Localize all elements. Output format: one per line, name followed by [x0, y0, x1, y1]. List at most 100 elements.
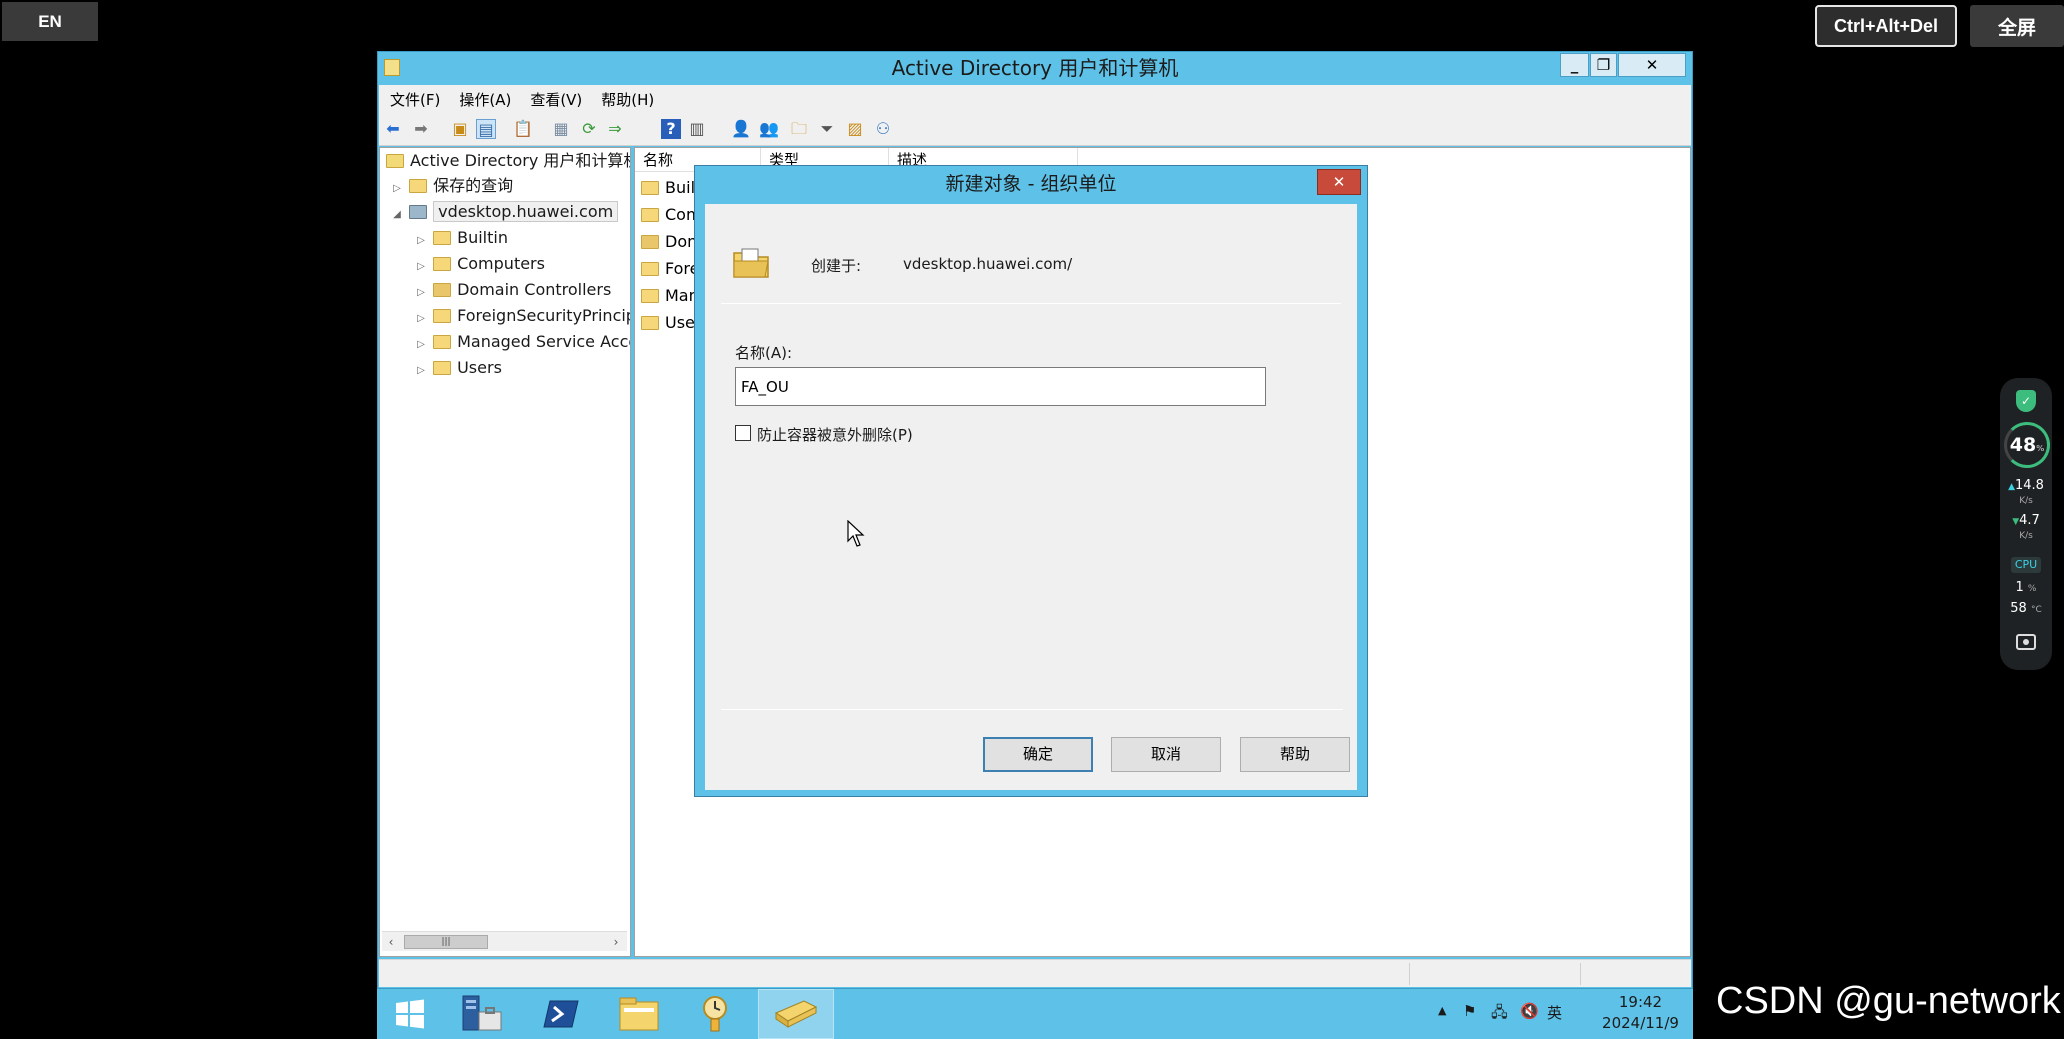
expand-arrow-icon[interactable]: ▷	[414, 358, 428, 384]
shield-icon[interactable]: ✓	[2016, 390, 2036, 412]
tree-item-computers[interactable]: ▷ Computers	[414, 251, 545, 277]
status-divider	[1580, 963, 1581, 985]
help-button[interactable]: 帮助	[1240, 737, 1350, 772]
ad-users-computers-icon	[774, 1000, 818, 1028]
speaker-muted-icon[interactable]: 🔇	[1520, 1002, 1539, 1020]
up-folder-icon[interactable]: ▣	[450, 119, 470, 139]
folder-icon	[433, 257, 452, 271]
minimize-button[interactable]: _	[1560, 53, 1589, 77]
folder-icon	[641, 289, 659, 303]
network-icon[interactable]: 🖧	[1491, 1002, 1508, 1027]
filter-icon[interactable]: ⏷	[817, 119, 837, 139]
taskbar-file-explorer[interactable]	[601, 989, 677, 1039]
show-hidden-icons-icon[interactable]: ▲	[1438, 1004, 1446, 1017]
action-center-flag-icon[interactable]: ⚑	[1463, 1002, 1476, 1020]
watermark: CSDN @gu-network	[1716, 980, 2061, 1022]
upload-speed-value: 14.8	[2014, 478, 2044, 493]
scroll-left-icon[interactable]: ‹	[382, 933, 400, 951]
folder-icon	[641, 208, 659, 222]
window-title: Active Directory 用户和计算机	[891, 56, 1179, 80]
language-toggle-button[interactable]: EN	[2, 2, 98, 41]
tree-item-label: vdesktop.huawei.com	[433, 201, 619, 222]
ou-name-input[interactable]	[735, 367, 1266, 406]
clipboard-icon[interactable]: 📋	[513, 119, 533, 139]
folder-icon	[641, 262, 659, 276]
tree-root[interactable]: Active Directory 用户和计算机	[386, 148, 631, 174]
export-list-icon[interactable]: ⇒	[605, 119, 625, 139]
forward-arrow-icon[interactable]: ➡	[411, 119, 431, 139]
new-group-icon[interactable]: 👥	[759, 119, 779, 139]
taskbar-server-manager[interactable]	[443, 989, 519, 1039]
tree-item-managed-service[interactable]: ▷ Managed Service Acco...	[414, 329, 630, 355]
status-bar	[379, 959, 1691, 987]
tree-item-label: Domain Controllers	[457, 280, 612, 299]
taskbar-clock[interactable]: 19:42 2024/11/9	[1593, 992, 1688, 1034]
cpu-temperature-value: 58	[2010, 601, 2027, 616]
action-pane-icon[interactable]: ▥	[687, 119, 707, 139]
server-manager-icon	[462, 995, 502, 1031]
ime-indicator[interactable]: 英	[1547, 1002, 1562, 1023]
properties-icon[interactable]: ▦	[551, 119, 571, 139]
new-user-icon[interactable]: 👤	[731, 119, 751, 139]
tree-item-saved-queries[interactable]: ▷ 保存的查询	[390, 173, 513, 199]
windows-logo-icon	[396, 999, 424, 1029]
tree-horizontal-scrollbar[interactable]: ‹ ||| ›	[382, 931, 627, 951]
organizational-unit-icon	[733, 248, 769, 278]
find-icon[interactable]: ▨	[845, 119, 865, 139]
tree-root-label: Active Directory 用户和计算机	[410, 151, 631, 170]
new-ou-icon[interactable]: 🗀	[789, 119, 809, 139]
menu-view[interactable]: 查看(V)	[519, 85, 590, 112]
list-item[interactable]: Man	[641, 283, 699, 309]
tree-item-domain-controllers[interactable]: ▷ Domain Controllers	[414, 277, 611, 303]
folder-icon	[433, 335, 452, 349]
help-icon[interactable]: ?	[661, 119, 681, 139]
list-item[interactable]: Fore	[641, 256, 700, 282]
fullscreen-button[interactable]: 全屏	[1970, 5, 2064, 47]
restore-button[interactable]: ❐	[1590, 53, 1617, 77]
taskbar-task-scheduler[interactable]	[679, 989, 755, 1039]
folder-icon	[641, 316, 659, 330]
ou-folder-icon	[433, 283, 452, 297]
created-in-value: vdesktop.huawei.com/	[903, 255, 1073, 273]
folder-icon	[641, 181, 659, 195]
tree-item-builtin[interactable]: ▷ Builtin	[414, 225, 508, 251]
dialog-close-button[interactable]: ✕	[1317, 169, 1361, 195]
refresh-icon[interactable]: ⟳	[579, 119, 599, 139]
folder-icon	[433, 309, 452, 323]
download-speed: ▼4.7	[2012, 513, 2040, 528]
list-item[interactable]: User	[641, 310, 701, 336]
ok-button[interactable]: 确定	[983, 737, 1093, 772]
console-tree: Active Directory 用户和计算机 ▷ 保存的查询 ◢ vdeskt…	[379, 147, 631, 957]
start-button[interactable]	[381, 989, 439, 1039]
scroll-right-icon[interactable]: ›	[607, 933, 625, 951]
screenshot-camera-icon[interactable]	[2016, 634, 2036, 650]
tree-item-users[interactable]: ▷ Users	[414, 355, 502, 381]
divider	[721, 303, 1341, 304]
list-item[interactable]: Built	[641, 175, 701, 201]
list-item[interactable]: Com	[641, 202, 702, 228]
tree-item-label: Builtin	[457, 228, 508, 247]
created-in-label: 创建于:	[811, 257, 862, 275]
scrollbar-thumb[interactable]: |||	[404, 935, 488, 949]
powershell-icon	[543, 1000, 579, 1028]
mouse-cursor-icon	[847, 520, 865, 547]
menu-action[interactable]: 操作(A)	[448, 85, 519, 112]
tree-item-domain[interactable]: ◢ vdesktop.huawei.com	[390, 199, 619, 228]
add-to-group-icon[interactable]: ⚇	[873, 119, 893, 139]
ctrl-alt-del-button[interactable]: Ctrl+Alt+Del	[1815, 5, 1957, 47]
cancel-button[interactable]: 取消	[1111, 737, 1221, 772]
back-arrow-icon[interactable]: ⬅	[383, 119, 403, 139]
clock-time: 19:42	[1618, 993, 1663, 1011]
collapse-arrow-icon[interactable]: ◢	[390, 202, 404, 228]
close-button[interactable]: ✕	[1618, 53, 1686, 77]
taskbar-ad-users-computers[interactable]	[758, 989, 834, 1039]
protect-from-deletion-checkbox[interactable]	[735, 425, 751, 441]
protect-from-deletion-label[interactable]: 防止容器被意外删除(P)	[757, 424, 913, 445]
taskbar-powershell[interactable]	[523, 989, 599, 1039]
dialog-body: 创建于: vdesktop.huawei.com/ 名称(A): 防止容器被意外…	[705, 204, 1357, 790]
show-console-tree-icon[interactable]: ▤	[476, 119, 496, 139]
tree-item-label: ForeignSecurityPrincip...	[457, 306, 630, 325]
menu-file[interactable]: 文件(F)	[379, 85, 448, 112]
tree-item-foreign-security[interactable]: ▷ ForeignSecurityPrincip...	[414, 303, 630, 329]
menu-help[interactable]: 帮助(H)	[590, 85, 662, 112]
